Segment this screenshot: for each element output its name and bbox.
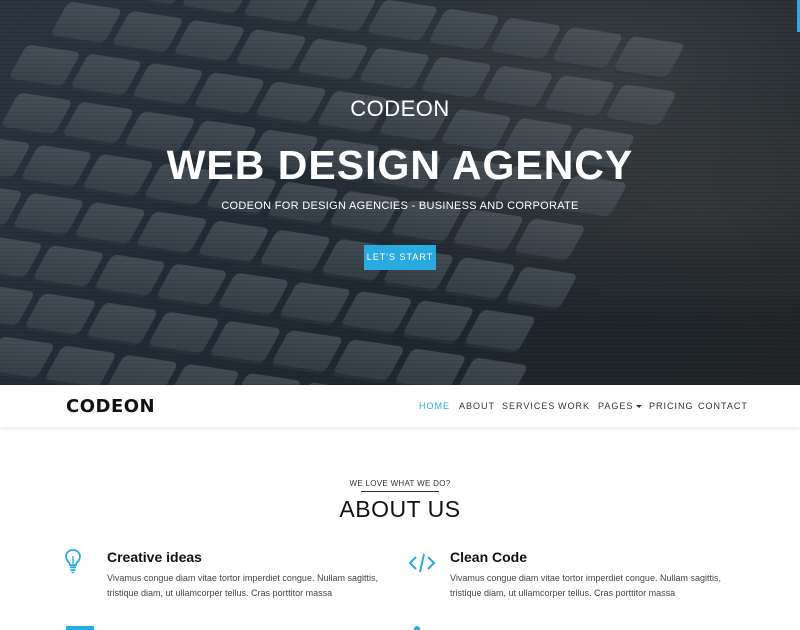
nav-item-contact[interactable]: CONTACT [698,401,748,411]
lightbulb-icon [64,548,82,579]
hero-tagline: CODEON FOR DESIGN AGENCIES - BUSINESS AN… [221,200,579,212]
section-title: ABOUT US [339,496,461,522]
code-icon [408,552,436,579]
feature-title: Clean Code [450,549,528,565]
nav-item-about[interactable]: ABOUT [459,401,495,411]
site-logo[interactable]: CODEON [66,396,155,417]
feature-description: Vivamus congue diam vitae tortor imperdi… [107,573,378,598]
nav-item-pages[interactable]: PAGES [598,401,643,411]
hero-subtitle: CODEON [350,96,450,121]
nav-item-pricing[interactable]: PRICING [649,401,694,411]
kicker-underline [361,491,439,492]
nav-item-pages-label: PAGES [598,401,634,411]
hero-section: CODEON WEB DESIGN AGENCY CODEON FOR DESI… [0,0,800,385]
next-feature-icon [66,626,94,630]
nav-item-services[interactable]: SERVICES [502,401,555,411]
feature-description: Vivamus congue diam vitae tortor imperdi… [450,573,721,598]
nav-item-work[interactable]: WORK [558,401,590,411]
next-feature-icon [414,626,420,630]
section-kicker: WE LOVE WHAT WE DO? [349,479,451,488]
hero-texture [0,0,800,385]
feature-title: Creative ideas [107,549,202,565]
main-navbar: CODEON HOME ABOUT SERVICES WORK PAGES PR… [0,385,800,427]
nav-item-home[interactable]: HOME [419,401,450,411]
hero-title: WEB DESIGN AGENCY [166,142,634,188]
lets-start-button[interactable]: LET'S START [364,245,436,270]
chevron-down-icon [636,405,643,409]
